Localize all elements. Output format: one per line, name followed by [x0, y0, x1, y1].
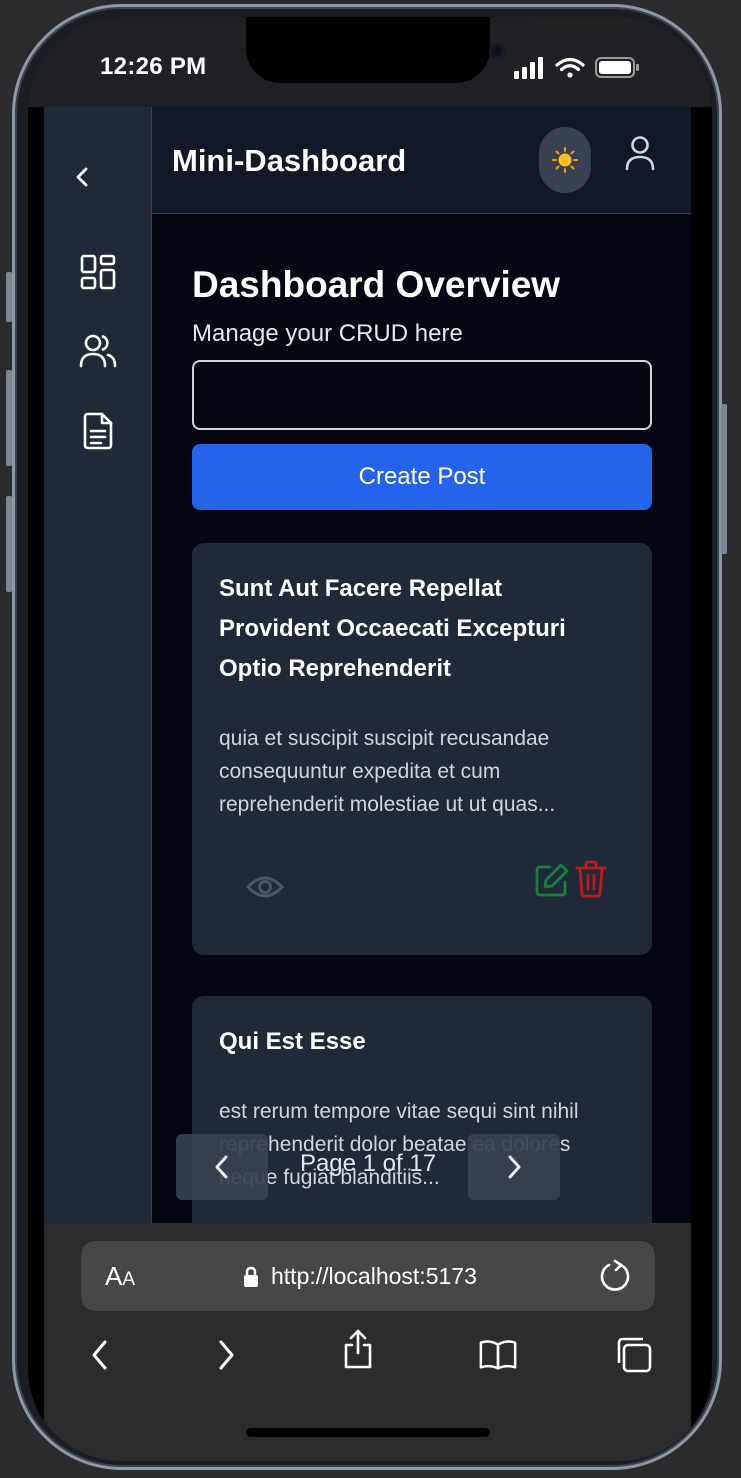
- signal-icon: [514, 57, 543, 79]
- pagination: Page 1 of 17: [176, 1134, 560, 1200]
- next-page-button[interactable]: [468, 1134, 560, 1200]
- text-size-label-big: A: [105, 1261, 123, 1291]
- app: Mini-Dashboard Dashboard Overview Manage…: [44, 107, 691, 1223]
- lock-icon: [244, 1266, 258, 1287]
- sidebar: [44, 107, 152, 1223]
- brand-title: Mini-Dashboard: [172, 143, 407, 178]
- page-title: Dashboard Overview: [192, 264, 561, 305]
- view-post-button[interactable]: [244, 869, 286, 905]
- sidebar-item-posts[interactable]: [76, 409, 120, 453]
- url-text: http://localhost:5173: [271, 1263, 477, 1289]
- trash-icon: [575, 860, 607, 898]
- browser-back-button[interactable]: [80, 1335, 120, 1375]
- chevron-right-icon: [508, 1155, 521, 1179]
- top-bar: Mini-Dashboard: [152, 107, 691, 214]
- home-indicator: [246, 1428, 490, 1437]
- post-title: Sunt Aut Facere Repellat Provident Occae…: [219, 575, 566, 682]
- post-title: Qui Est Esse: [219, 1028, 366, 1055]
- status-time: 12:26 PM: [100, 53, 207, 80]
- post-card: Sunt Aut Facere Repellat Provident Occae…: [192, 543, 652, 955]
- browser-forward-button[interactable]: [206, 1335, 246, 1375]
- bookmarks-button[interactable]: [478, 1335, 518, 1375]
- delete-post-button[interactable]: [574, 859, 608, 899]
- text-size-label-small: A: [122, 1269, 136, 1290]
- notch: [246, 17, 641, 83]
- battery-icon: [595, 57, 639, 78]
- address-bar[interactable]: AA http://localhost:5173: [81, 1241, 655, 1311]
- status-icons: [514, 57, 639, 79]
- chevron-left-icon: [92, 1340, 107, 1370]
- tabs-button[interactable]: [614, 1335, 654, 1375]
- page-indicator: Page 1 of 17: [299, 1150, 437, 1177]
- reload-icon[interactable]: [599, 1259, 631, 1293]
- status-bar: 12:26 PM: [28, 17, 712, 107]
- volume-up-button: [6, 370, 12, 466]
- sun-icon: [552, 147, 578, 173]
- post-title-input[interactable]: [192, 360, 652, 430]
- share-button[interactable]: [338, 1329, 378, 1369]
- chevron-left-icon: [215, 1155, 228, 1179]
- speaker: [533, 17, 641, 25]
- mute-switch: [6, 272, 12, 322]
- volume-down-button: [6, 496, 12, 592]
- eye-icon: [246, 876, 284, 898]
- url-display: http://localhost:5173: [243, 1263, 477, 1290]
- page-subtitle: Manage your CRUD here: [192, 320, 463, 347]
- browser-toolbar: AA http://localhost:5173: [44, 1223, 691, 1461]
- camera: [489, 43, 505, 59]
- collapse-sidebar-button[interactable]: [61, 155, 105, 199]
- document-icon: [83, 412, 113, 450]
- text-size-button[interactable]: AA: [105, 1261, 135, 1292]
- power-button: [721, 404, 727, 554]
- edit-post-button[interactable]: [533, 861, 571, 899]
- wifi-icon: [555, 57, 585, 78]
- sidebar-item-dashboard[interactable]: [76, 250, 120, 294]
- user-icon: [625, 136, 655, 171]
- sidebar-item-users[interactable]: [76, 329, 120, 373]
- phone-screen: 12:26 PM Mini-Dashboard Dashboard Overvi…: [28, 17, 712, 1461]
- previous-page-button[interactable]: [176, 1134, 268, 1200]
- edit-icon: [535, 863, 569, 897]
- share-icon: [344, 1329, 372, 1369]
- chevron-right-icon: [219, 1340, 234, 1370]
- tabs-icon: [617, 1337, 652, 1373]
- dashboard-grid-icon: [80, 254, 116, 290]
- users-icon: [79, 334, 117, 368]
- user-profile-button[interactable]: [622, 133, 658, 173]
- theme-toggle-button[interactable]: [539, 127, 591, 193]
- post-body: quia et suscipit suscipit recusandae con…: [219, 727, 556, 816]
- chevron-left-icon: [76, 167, 88, 187]
- book-icon: [479, 1340, 517, 1370]
- create-post-button[interactable]: Create Post: [192, 444, 652, 510]
